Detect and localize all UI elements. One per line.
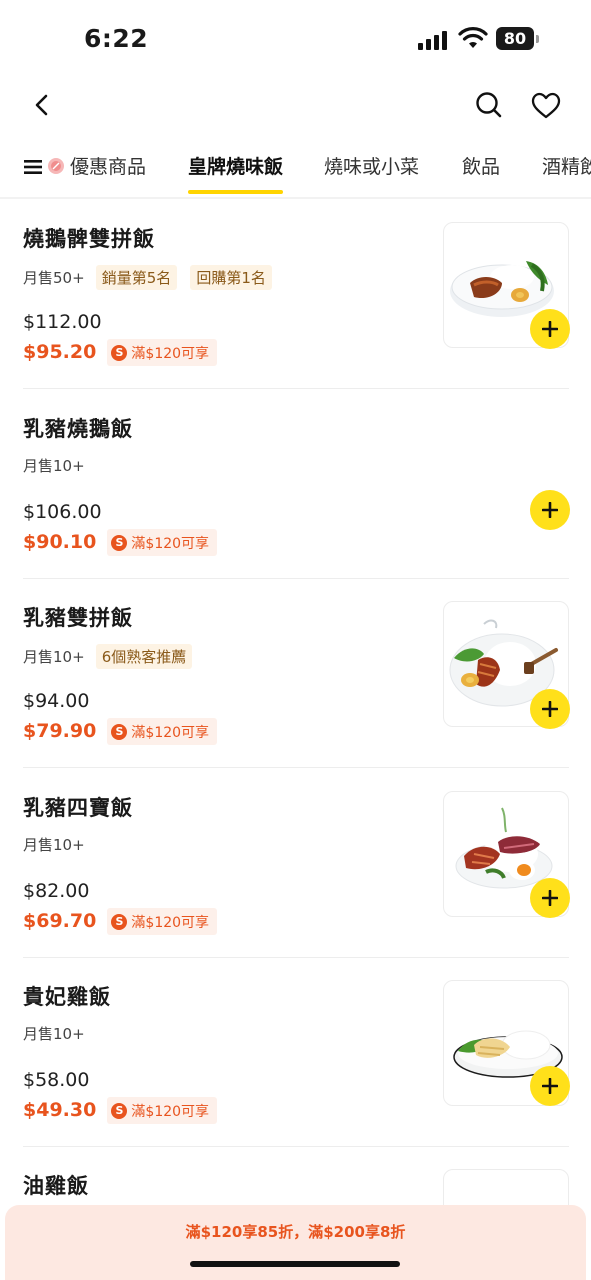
add-item-button[interactable] (530, 490, 570, 530)
search-icon[interactable] (474, 90, 504, 120)
coupon-icon: S (111, 344, 128, 361)
menu-item[interactable]: 貴妃雞飯 月售10+ $58.00 $49.30 S 滿$120可享 (0, 957, 591, 1147)
item-price-row: $90.10 S 滿$120可享 (23, 529, 218, 559)
item-discount-price: $69.70 (23, 910, 97, 933)
item-meta-row: 月售10+ (23, 834, 91, 860)
discount-banner[interactable]: 滿$120享85折，滿$200享8折 (5, 1205, 586, 1280)
item-monthly-sales: 月售10+ (23, 648, 85, 666)
item-monthly-sales: 月售10+ (23, 457, 85, 475)
item-price-row: $95.20 S 滿$120可享 (23, 339, 218, 369)
item-monthly-sales: 月售50+ (23, 269, 85, 287)
item-price-row: $79.90 S 滿$120可享 (23, 718, 218, 748)
item-meta-row: 月售10+ (23, 1023, 91, 1049)
status-time: 6:22 (84, 24, 149, 53)
item-name: 乳豬燒鵝飯 (23, 417, 133, 441)
coupon-icon: S (111, 723, 128, 740)
tab-discount-items[interactable]: 優惠商品 (70, 152, 146, 179)
coupon-icon: S (111, 1102, 128, 1119)
add-item-button[interactable] (530, 689, 570, 729)
item-name: 乳豬四寶飯 (23, 796, 133, 820)
promo-text: 滿$120可享 (131, 724, 210, 741)
item-name: 貴妃雞飯 (23, 985, 111, 1009)
coupon-icon: S (111, 913, 128, 930)
menu-item[interactable]: 油雞飯 (0, 1146, 591, 1229)
battery-level: 80 (496, 27, 534, 50)
promo-text: 滿$120可享 (131, 535, 210, 552)
item-meta-row: 月售50+ 銷量第5名 回購第1名 (23, 265, 280, 291)
menu-item[interactable]: 乳豬燒鵝飯 月售10+ $106.00 $90.10 S 滿$120可享 (0, 389, 591, 579)
promo-text: 滿$120可享 (131, 345, 210, 362)
menu-list-icon[interactable] (24, 158, 42, 176)
item-original-price: $82.00 (23, 880, 90, 902)
item-original-price: $106.00 (23, 501, 102, 523)
add-item-button[interactable] (530, 878, 570, 918)
item-tag: 6個熟客推薦 (95, 644, 193, 669)
battery-icon: 80 (496, 27, 540, 51)
promo-badge: S 滿$120可享 (107, 718, 218, 745)
heart-favorite-icon[interactable] (531, 92, 561, 120)
category-tabs: 優惠商品 皇牌燒味飯 燒味或小菜 飲品 酒精飲 (0, 138, 591, 196)
battery-cap (536, 35, 539, 43)
promo-badge: S 滿$120可享 (107, 339, 218, 366)
promo-text: 滿$120可享 (131, 1103, 210, 1120)
item-monthly-sales: 月售10+ (23, 1025, 85, 1043)
back-arrow-icon[interactable] (28, 90, 56, 120)
item-name: 燒鵝髀雙拼飯 (23, 227, 155, 251)
item-discount-price: $90.10 (23, 531, 97, 554)
menu-item[interactable]: 乳豬雙拼飯 月售10+ 6個熟客推薦 $94.00 $79.90 S 滿$120可… (0, 578, 591, 768)
add-item-button[interactable] (530, 309, 570, 349)
discount-banner-text: 滿$120享85折，滿$200享8折 (185, 1223, 406, 1241)
item-discount-price: $95.20 (23, 341, 97, 364)
nav-bar (0, 80, 591, 132)
promo-badge: S 滿$120可享 (107, 1097, 218, 1124)
item-discount-price: $79.90 (23, 720, 97, 743)
active-tab-indicator (188, 190, 283, 194)
item-monthly-sales: 月售10+ (23, 836, 85, 854)
item-meta-row: 月售10+ (23, 455, 91, 481)
item-price-row: $49.30 S 滿$120可享 (23, 1097, 218, 1127)
tab-signature-roast-rice[interactable]: 皇牌燒味飯 (188, 152, 283, 179)
tab-drinks[interactable]: 飲品 (462, 152, 500, 179)
item-tag: 回購第1名 (190, 265, 272, 290)
item-name: 油雞飯 (23, 1174, 89, 1198)
promo-badge: S 滿$120可享 (107, 529, 218, 556)
home-indicator (190, 1261, 400, 1267)
add-item-button[interactable] (530, 1066, 570, 1106)
item-price-row: $69.70 S 滿$120可享 (23, 908, 218, 938)
item-name: 乳豬雙拼飯 (23, 606, 133, 630)
promo-badge: S 滿$120可享 (107, 908, 218, 935)
tab-alcoholic-drinks[interactable]: 酒精飲 (542, 152, 591, 179)
plus-icon (542, 321, 558, 337)
item-tag: 銷量第5名 (95, 265, 178, 290)
status-bar: 6:22 80 (0, 0, 591, 80)
item-original-price: $112.00 (23, 311, 102, 333)
tab-roast-or-side-dishes[interactable]: 燒味或小菜 (324, 152, 419, 179)
discount-icon (48, 158, 64, 174)
plus-icon (542, 701, 558, 717)
plus-icon (542, 502, 558, 518)
item-original-price: $58.00 (23, 1069, 90, 1091)
signal-icon (418, 31, 447, 50)
plus-icon (542, 1078, 558, 1094)
menu-item[interactable]: 乳豬四寶飯 月售10+ $82.00 $69.70 S 滿$120可享 (0, 768, 591, 958)
wifi-icon (458, 27, 488, 48)
promo-text: 滿$120可享 (131, 914, 210, 931)
menu-item[interactable]: 燒鵝髀雙拼飯 月售50+ 銷量第5名 回購第1名 $112.00 $95.20 … (0, 199, 591, 389)
item-discount-price: $49.30 (23, 1099, 97, 1122)
plus-icon (542, 890, 558, 906)
item-original-price: $94.00 (23, 690, 90, 712)
coupon-icon: S (111, 534, 128, 551)
item-meta-row: 月售10+ 6個熟客推薦 (23, 644, 200, 670)
